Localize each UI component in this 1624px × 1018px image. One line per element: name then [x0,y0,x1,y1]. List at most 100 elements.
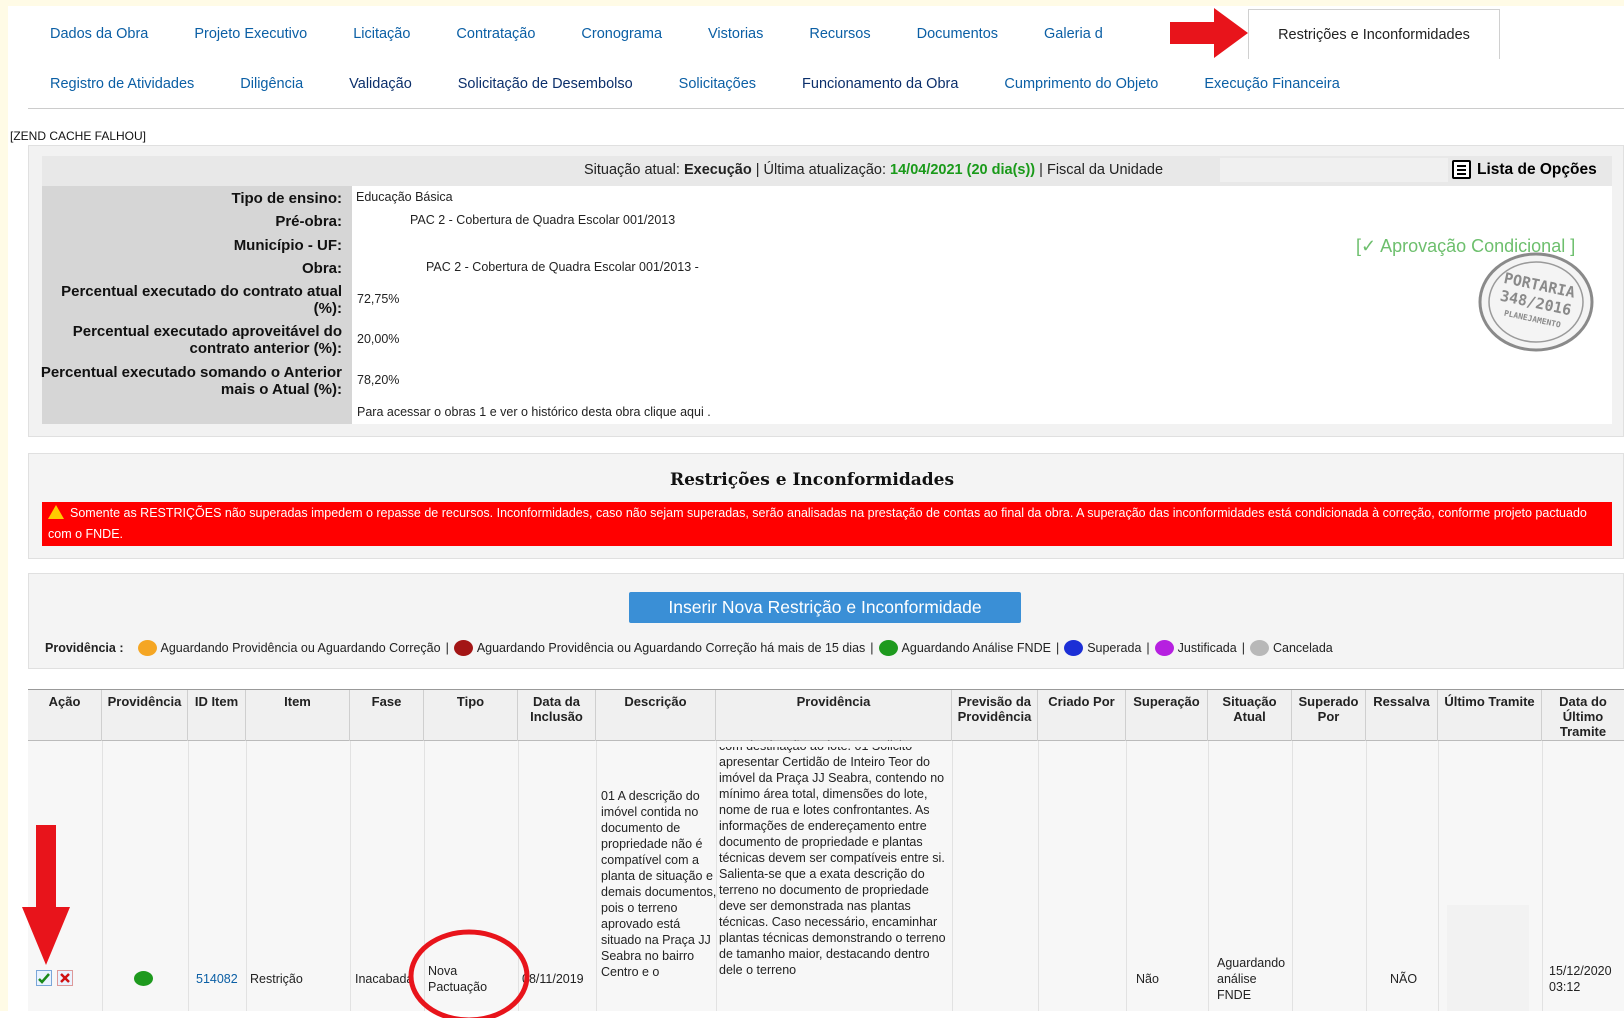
list-icon [1452,160,1471,179]
row-superacao: Não [1136,972,1159,986]
pct-atual-label: Percentual executado do contrato atual (… [61,283,342,317]
th-criado-por: Criado Por [1038,690,1126,742]
fiscal-value-box [1220,158,1448,182]
restricoes-title: Restrições e Inconformidades [669,470,955,490]
tab-projeto-executivo[interactable]: Projeto Executivo [194,26,307,42]
th-superacao: Superação [1126,690,1208,742]
row-descricao: 01 A descrição do imóvel contida no docu… [601,789,717,979]
tab-execucao-financeira[interactable]: Execução Financeira [1204,76,1339,92]
legend-blue-dot-icon [1064,640,1084,656]
row-situacao: Aguardando análise FNDE [1217,956,1286,1002]
historico-link[interactable]: Para acessar o obras 1 e ver o histórico… [357,405,711,419]
legend-item-2: Aguardando Providência ou Aguardando Cor… [476,641,866,655]
delete-icon[interactable] [57,970,73,986]
tabs-divider [28,108,1624,109]
th-fase: Fase [350,690,424,742]
th-data-ultimo-tramite: Data do Último Tramite [1559,694,1607,739]
insert-restriction-button[interactable]: Inserir Nova Restrição e Inconformidade [629,592,1021,623]
th-descricao: Descrição [596,690,716,742]
restricoes-warning-banner: Somente as RESTRIÇÕES não superadas impe… [42,502,1612,546]
th-providencia: Providência [716,690,952,742]
options-list-label: Lista de Opções [1477,160,1597,178]
tab-cumprimento-objeto[interactable]: Cumprimento do Objeto [1004,76,1158,92]
status-green-dot-icon [134,971,153,986]
tab-licitacao[interactable]: Licitação [353,26,410,42]
legend-item-3: Aguardando Análise FNDE [901,641,1051,655]
legend-label: Providência : [45,641,124,655]
providencia-legend: Providência : Aguardando Providência ou … [45,640,1333,656]
th-tipo: Tipo [424,690,518,742]
tabs-row-1: Dados da Obra Projeto Executivo Licitaçã… [50,12,1149,56]
row-item: Restrição [250,972,303,986]
status-mid: | Última atualização: [751,162,891,178]
restricoes-warning-text: Somente as RESTRIÇÕES não superadas impe… [48,506,1587,541]
tab-restricoes-active[interactable]: Restrições e Inconformidades [1248,9,1500,59]
row-ressalva: NÃO [1390,972,1418,986]
tab-registro-atividades[interactable]: Registro de Atividades [50,76,194,92]
th-item: Item [246,690,350,742]
portaria-stamp: PORTARIA 348/2016 PLANEJAMENTO [1478,252,1594,352]
tab-galeria[interactable]: Galeria d [1044,26,1103,42]
tab-solicitacoes[interactable]: Solicitações [679,76,756,92]
status-situacao: Execução [683,162,752,178]
tab-contratacao[interactable]: Contratação [456,26,535,42]
legend-item-1: Aguardando Providência ou Aguardando Cor… [160,641,441,655]
tab-cronograma[interactable]: Cronograma [581,26,662,42]
tab-vistorias[interactable]: Vistorias [708,26,763,42]
obra-value: PAC 2 - Cobertura de Quadra Escolar 001/… [426,260,699,274]
th-ressalva: Ressalva [1366,690,1438,742]
legend-darkred-dot-icon [453,640,473,656]
legend-item-6: Cancelada [1272,641,1333,655]
status-date: 14/04/2021 (20 dia(s)) [890,162,1036,178]
tab-funcionamento-obra[interactable]: Funcionamento da Obra [802,76,958,92]
legend-orange-dot-icon [137,640,157,656]
pct-anterior-label: Percentual executado aproveitável do con… [72,323,342,357]
warning-icon [48,505,64,519]
municipio-label: Município - UF: [233,237,342,254]
table-header: Ação Providência ID Item Item Fase Tipo … [28,689,1624,742]
tab-diligencia[interactable]: Diligência [240,76,303,92]
red-arrow-down-icon [22,825,70,965]
row-data-tramite: 15/12/2020 03:12 [1549,964,1612,994]
frame-left [0,0,8,1011]
tab-dados-da-obra[interactable]: Dados da Obra [50,26,148,42]
row-id-link[interactable]: 514082 [196,971,238,987]
obra-label: Obra: [301,260,342,277]
status-text: Situação atual: Execução | Última atuali… [584,162,1163,178]
tipo-ensino-label: Tipo de ensino: [231,190,342,207]
tab-recursos[interactable]: Recursos [809,26,870,42]
legend-item-5: Justificada [1177,641,1237,655]
pct-anterior-value: 20,00% [357,332,400,346]
cache-notice: [ZEND CACHE FALHOU] [10,129,147,143]
th-data-inclusao: Data da Inclusão [518,690,596,742]
frame-top [0,0,1624,6]
ultimo-tramite-cell [1447,905,1529,1011]
red-circle-annotation [408,929,530,1018]
th-id-item: ID Item [188,690,246,742]
pre-obra-value: PAC 2 - Cobertura de Quadra Escolar 001/… [410,213,676,227]
legend-gray-dot-icon [1249,640,1269,656]
edit-check-icon[interactable] [36,970,52,986]
row-providencia: com destinação ao lote. 01 Solicito apre… [719,739,946,977]
tab-validacao[interactable]: Validação [349,76,412,92]
options-list-button[interactable]: Lista de Opções [1452,160,1597,179]
tab-documentos[interactable]: Documentos [917,26,998,42]
tabs-row-2: Registro de Atividades Diligência Valida… [50,62,1386,106]
legend-green-dot-icon [878,640,898,656]
legend-purple-dot-icon [1154,640,1174,656]
row-providencia-clip [718,741,950,747]
th-providencia-status: Providência [102,690,188,742]
pre-obra-label: Pré-obra: [275,213,342,230]
th-superado-por: Superado Por [1292,690,1366,742]
pct-soma-label: Percentual executado somando o Anterior … [40,364,342,398]
th-situacao-atual: Situação Atual [1208,690,1292,742]
red-arrow-right-icon [1170,8,1248,58]
th-ultimo-tramite: Último Tramite [1438,690,1542,742]
pct-atual-value: 72,75% [357,292,400,306]
status-fiscal: | Fiscal da Unidade [1035,162,1164,178]
pct-soma-value: 78,20% [357,373,400,387]
tab-solicitacao-desembolso[interactable]: Solicitação de Desembolso [458,76,633,92]
legend-item-4: Superada [1087,641,1142,655]
status-prefix: Situação atual: [584,162,684,178]
tipo-ensino-value: Educação Básica [356,190,453,204]
